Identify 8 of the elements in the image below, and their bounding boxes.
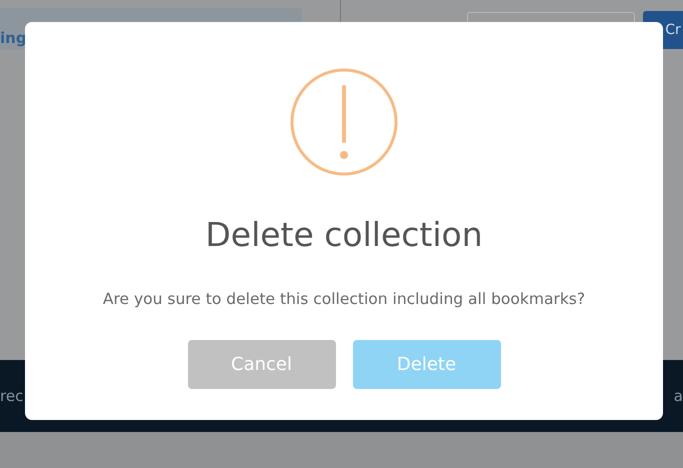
cancel-button[interactable]: Cancel	[188, 340, 336, 389]
delete-button[interactable]: Delete	[352, 340, 500, 389]
dialog-message: Are you sure to delete this collection including all bookmarks?	[102, 290, 586, 308]
tab-label[interactable]: ing	[0, 29, 27, 47]
footer-text: rec	[0, 387, 24, 405]
footer-text: a	[674, 387, 683, 405]
dialog-title: Delete collection	[205, 215, 483, 254]
warning-icon	[289, 67, 399, 177]
